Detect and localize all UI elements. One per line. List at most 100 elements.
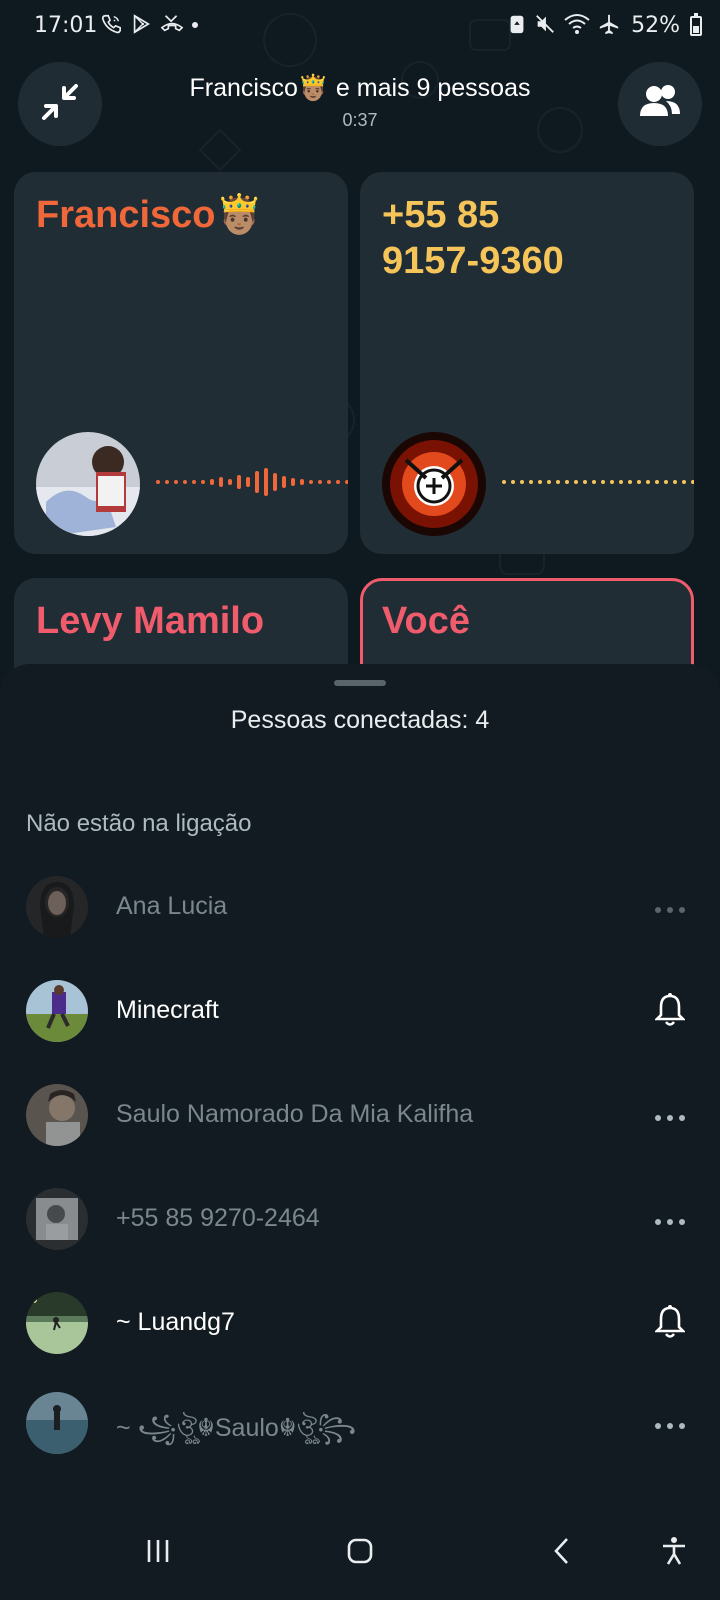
- status-bar: 17:01 52%: [0, 0, 720, 52]
- waveform-bar: [201, 480, 205, 484]
- waveform-bar: [327, 480, 331, 484]
- participant-name: +55 85 9157-9360: [382, 194, 564, 282]
- participant-name: Levy Mamilo: [36, 600, 265, 642]
- more-icon: [654, 899, 686, 918]
- waveform-bar: [655, 480, 659, 484]
- more-options-button[interactable]: [646, 1400, 694, 1448]
- waveform-bar: [309, 480, 313, 484]
- waveform-bar: [237, 475, 241, 489]
- waveform-bar: [691, 480, 694, 484]
- waveform-bar: [592, 480, 596, 484]
- waveform-bar: [664, 480, 668, 484]
- waveform-bar: [682, 480, 686, 484]
- waveform-bar: [673, 480, 677, 484]
- call-title: Francisco🤴🏽 e mais 9 pessoas: [189, 74, 531, 102]
- group-icon: [638, 82, 682, 126]
- waveform-bar: [318, 480, 322, 484]
- avatar: [36, 432, 140, 536]
- participant-tile-francisco[interactable]: Francisco🤴🏽: [14, 172, 348, 554]
- accessibility-icon: [660, 1536, 688, 1570]
- list-item[interactable]: Saulo Namorado Da Mia Kalifha: [0, 1068, 720, 1172]
- avatar: [26, 1392, 88, 1454]
- section-label: Não estão na ligação: [26, 810, 252, 837]
- waveform-bar: [282, 476, 286, 488]
- person-name: Ana Lucia: [116, 892, 228, 920]
- waveform-bar: [574, 480, 578, 484]
- participant-name: Francisco🤴🏽: [36, 194, 263, 236]
- battery-icon: [690, 13, 702, 36]
- waveform-bar: [547, 480, 551, 484]
- list-item[interactable]: ~ ꧁ঔৣ☬Saulo☬ঔৣ꧂: [0, 1376, 720, 1480]
- waveform-bar: [219, 477, 223, 487]
- call-duration: 0:37: [342, 110, 378, 130]
- participant-tile-number[interactable]: +55 85 9157-9360: [360, 172, 694, 554]
- battery-saver-icon: [508, 13, 526, 39]
- battery-percentage: 52%: [631, 13, 680, 38]
- participants-button[interactable]: [618, 62, 702, 146]
- person-name: ~ Luandg7: [116, 1308, 235, 1336]
- waveform-bar: [619, 480, 623, 484]
- home-icon: [346, 1537, 374, 1569]
- waveform-bar: [165, 480, 169, 484]
- person-name: Saulo Namorado Da Mia Kalifha: [116, 1100, 474, 1128]
- more-options-button[interactable]: [646, 1092, 694, 1140]
- ring-button[interactable]: [646, 1300, 694, 1348]
- list-item[interactable]: +55 85 9270-2464: [0, 1172, 720, 1276]
- more-options-button[interactable]: [646, 1196, 694, 1244]
- waveform-bar: [601, 480, 605, 484]
- waveform-bar: [264, 468, 268, 496]
- waveform-bar: [192, 480, 196, 484]
- waveform-bar: [565, 480, 569, 484]
- waveform-bar: [228, 479, 232, 485]
- status-time: 17:01: [34, 13, 98, 38]
- ring-button[interactable]: [646, 988, 694, 1036]
- home-button[interactable]: [330, 1528, 390, 1578]
- waveform-bar: [628, 480, 632, 484]
- waveform-bar: [255, 471, 259, 493]
- list-item[interactable]: ~ Luandg7: [0, 1276, 720, 1380]
- person-name: ~ ꧁ঔৣ☬Saulo☬ঔৣ꧂: [116, 1414, 357, 1442]
- waveform-bar: [183, 480, 187, 484]
- sheet-drag-handle[interactable]: [334, 680, 386, 686]
- audio-waveform: [156, 462, 348, 502]
- system-nav-bar: [0, 1510, 720, 1600]
- participant-name: Você: [382, 600, 471, 642]
- waveform-bar: [336, 480, 340, 484]
- more-icon: [654, 1415, 686, 1434]
- wifi-icon: [564, 13, 590, 39]
- waveform-bar: [273, 473, 277, 491]
- waveform-bar: [520, 480, 524, 484]
- recents-button[interactable]: [128, 1528, 188, 1578]
- avatar: [382, 432, 486, 536]
- list-item[interactable]: Ana Lucia: [0, 860, 720, 964]
- more-icon: [654, 1107, 686, 1126]
- minimize-call-button[interactable]: [18, 62, 102, 146]
- dot-icon: [192, 22, 198, 28]
- waveform-bar: [156, 480, 160, 484]
- avatar: [26, 1084, 88, 1146]
- list-item[interactable]: Minecraft: [0, 964, 720, 1068]
- waveform-bar: [174, 480, 178, 484]
- more-options-button[interactable]: [646, 884, 694, 932]
- accessibility-button[interactable]: [644, 1528, 704, 1578]
- waveform-bar: [300, 479, 304, 485]
- back-button[interactable]: [532, 1528, 592, 1578]
- audio-waveform: [502, 462, 694, 502]
- avatar: [26, 876, 88, 938]
- avatar: [26, 980, 88, 1042]
- waveform-bar: [345, 480, 348, 484]
- person-name: Minecraft: [116, 996, 219, 1024]
- phone-call-icon: [100, 13, 122, 39]
- waveform-bar: [246, 477, 250, 487]
- avatar: [26, 1188, 88, 1250]
- bell-icon: [653, 993, 687, 1031]
- participants-sheet[interactable]: Pessoas conectadas: 4 Não estão na ligaç…: [0, 664, 720, 1600]
- waveform-bar: [502, 480, 506, 484]
- waveform-bar: [529, 480, 533, 484]
- waveform-bar: [210, 479, 214, 485]
- connected-count: Pessoas conectadas: 4: [230, 706, 490, 734]
- back-icon: [548, 1537, 576, 1569]
- recents-icon: [144, 1537, 172, 1569]
- play-store-icon: [130, 13, 152, 39]
- more-icon: [654, 1211, 686, 1230]
